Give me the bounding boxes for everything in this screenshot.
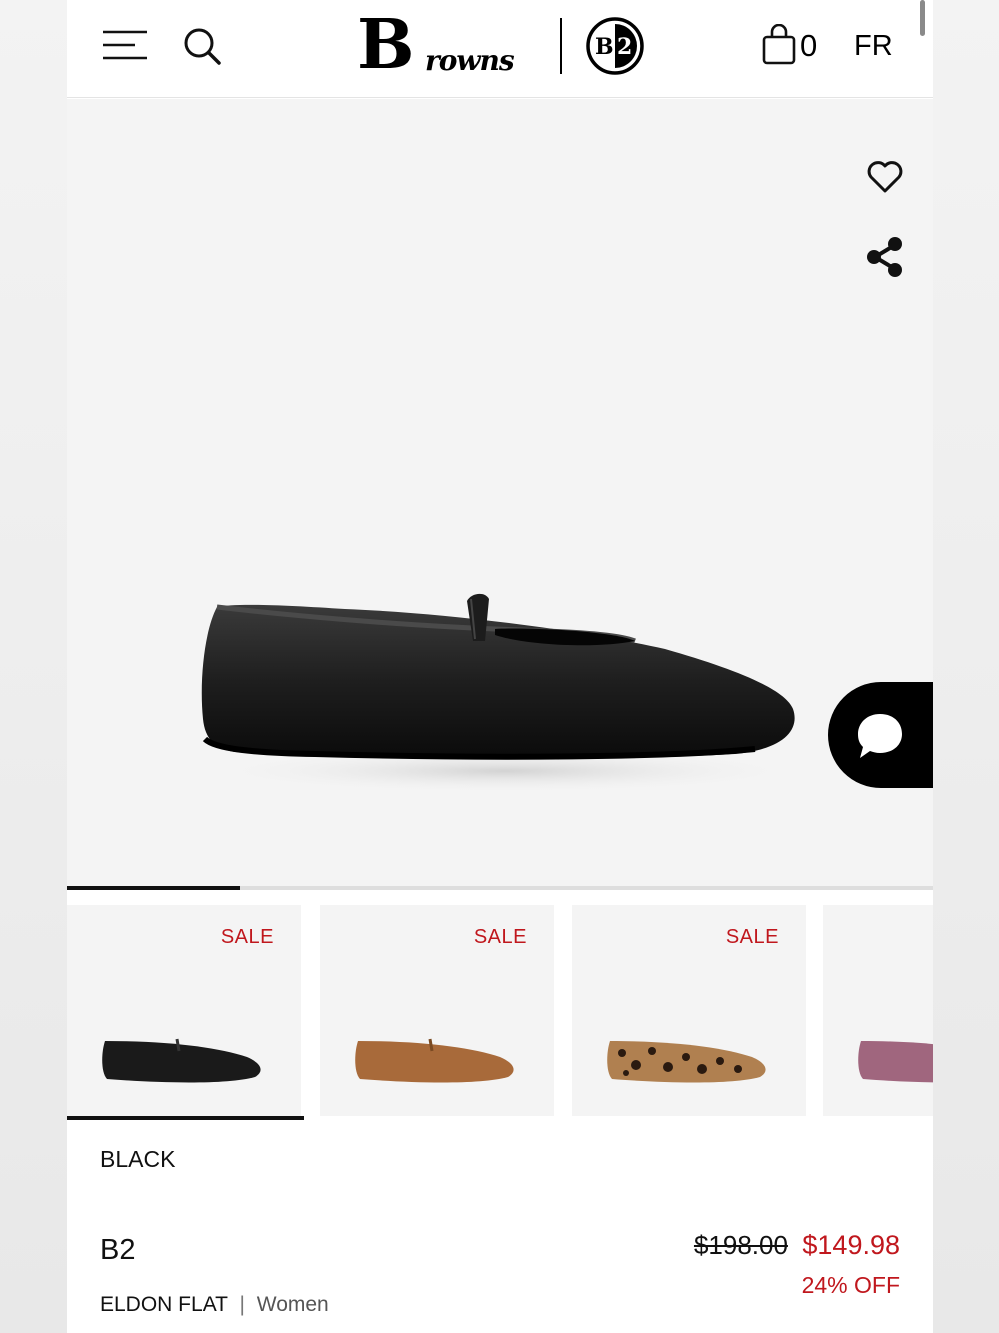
product-gender: Women — [256, 1293, 329, 1316]
discount-badge: 24% OFF — [801, 1272, 900, 1298]
live-chat-button[interactable] — [828, 682, 933, 788]
product-main-image — [201, 593, 805, 793]
menu-icon[interactable] — [101, 27, 149, 63]
thumbnail-shoe-image — [102, 1038, 261, 1083]
logo-wordmark: rowns — [425, 44, 515, 77]
price-block: $198.00 $149.98 — [694, 1230, 900, 1261]
logo-divider — [560, 18, 562, 74]
chat-bubble-icon — [858, 714, 902, 758]
browns-logo[interactable]: B rowns B 2 — [357, 5, 647, 85]
selected-swatch-indicator — [67, 1116, 304, 1120]
language-selector[interactable]: FR — [854, 30, 893, 63]
product-name: ELDON FLAT — [100, 1293, 228, 1316]
sale-badge: SALE — [473, 926, 527, 948]
sale-price: $149.98 — [802, 1230, 900, 1260]
product-image-gallery[interactable] — [67, 99, 933, 886]
share-icon[interactable] — [865, 235, 905, 279]
page-scrollbar[interactable] — [920, 0, 925, 36]
color-swatch-leopard[interactable]: SALE — [572, 905, 806, 1116]
right-backdrop — [933, 0, 999, 1333]
color-swatch-tan[interactable]: SALE — [320, 905, 554, 1116]
sale-badge: SALE — [725, 926, 779, 948]
svg-text:2: 2 — [617, 34, 632, 60]
title-separator: | — [239, 1293, 245, 1316]
logo-initial: B — [357, 5, 415, 85]
site-header: B rowns B 2 0 FR — [67, 0, 933, 98]
search-icon[interactable] — [182, 26, 222, 66]
svg-text:B: B — [595, 34, 614, 60]
heart-icon[interactable] — [865, 157, 905, 197]
product-page: B rowns B 2 0 FR SALE SALE SALE BLACK B2… — [67, 0, 933, 1333]
thumbnail-shoe-image — [607, 1041, 766, 1083]
shopping-bag-icon[interactable] — [761, 24, 797, 66]
product-title: ELDON FLAT | Women — [100, 1293, 329, 1317]
b2-logo-icon: B 2 — [586, 17, 644, 75]
product-brand[interactable]: B2 — [100, 1234, 135, 1267]
bag-count[interactable]: 0 — [800, 28, 817, 64]
sale-badge: SALE — [220, 926, 274, 948]
left-backdrop — [0, 0, 67, 1333]
color-swatch-black[interactable]: SALE — [67, 905, 301, 1116]
gallery-progress-track — [67, 886, 933, 890]
thumbnail-shoe-image — [355, 1038, 514, 1083]
gallery-progress-fill — [67, 886, 241, 890]
original-price: $198.00 — [693, 1230, 788, 1260]
thumbnail-shoe-image — [858, 1041, 933, 1083]
color-swatch-mauve[interactable] — [823, 905, 933, 1116]
selected-color-label: BLACK — [100, 1146, 176, 1172]
